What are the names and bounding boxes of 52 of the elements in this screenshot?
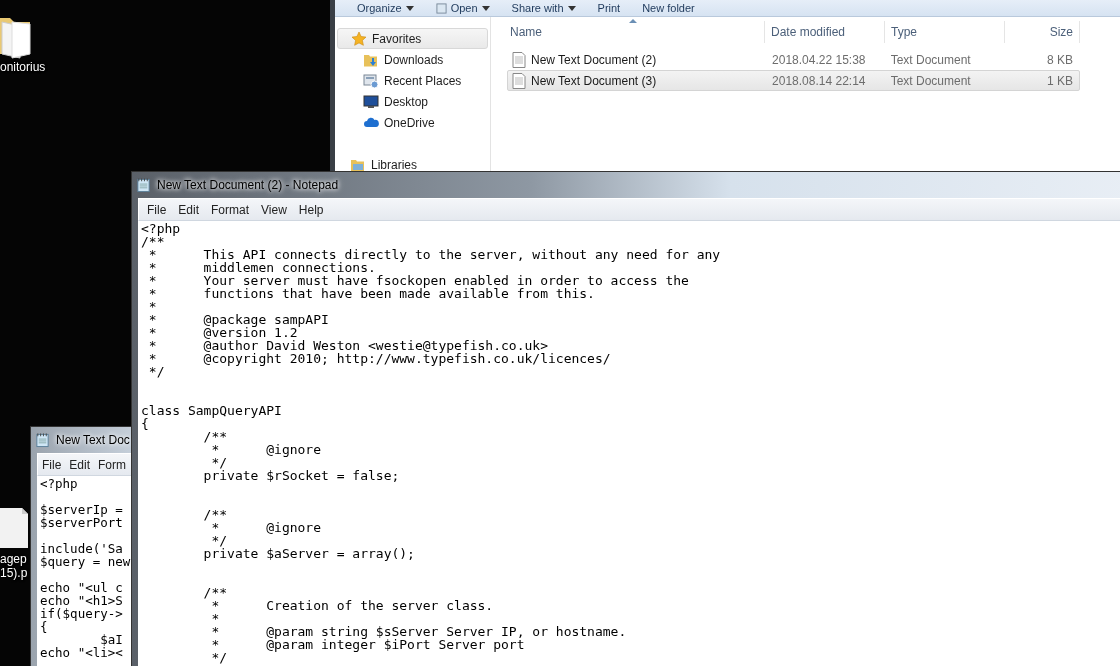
file-name: New Text Document (2) (531, 52, 657, 67)
text-file-icon (512, 72, 526, 89)
file-name: New Text Document (3) (531, 73, 657, 88)
nav-item[interactable]: Recent Places (337, 70, 488, 91)
toolbar-button[interactable]: New folder (634, 1, 703, 15)
menu-item[interactable]: File (141, 202, 173, 217)
notepad-icon (136, 177, 151, 193)
column-header[interactable]: Type (885, 21, 1005, 43)
column-header[interactable]: Size (1005, 21, 1080, 43)
menu-item[interactable]: Edit (65, 457, 95, 472)
file-date: 2018.08.14 22:14 (771, 73, 867, 88)
file-row[interactable]: New Text Document (3) 2018.08.14 22:14 Text Document 1 KB (507, 70, 1080, 91)
window-title: New Text Doc (56, 433, 130, 447)
toolbar-button[interactable]: Open (427, 1, 498, 15)
caret-icon (405, 5, 414, 11)
desktop-icon-label[interactable]: 15).p (0, 566, 28, 580)
menu-item[interactable]: File (38, 457, 66, 472)
menu-item[interactable]: Form (94, 457, 131, 472)
toolbar-button[interactable]: Share with (503, 1, 584, 15)
toolbar-button[interactable]: Organize (349, 1, 422, 15)
file-row[interactable]: New Text Document (2) 2018.04.22 15:38 Text Document 8 KB (507, 49, 1080, 70)
column-header[interactable]: Name (491, 21, 765, 43)
code-text: <?php /** * This API connects directly to the server, without any need for any * middlemen connections. * Your server must have fsockopen enabled in order to access the * functions that have been made available from this. * * @package sampAPI * @version 1.2 * @author David Weston <westie@typefish.co.uk> * @copyright 2010; http://www.typefish.co.uk/licences/ */ class SampQueryAPI { /** * @ignore */ private $rSocket = false; /** * @ignore */ private $aServer = array(); /** * Creation of the server class. * * @param string $sServer Server IP, or hostname. * @param integer $iPort Server port */ (140, 221, 722, 665)
caret-icon (481, 5, 490, 11)
nav-item[interactable]: Desktop (337, 91, 488, 112)
nav-item[interactable]: OneDrive (337, 112, 488, 133)
nav-item[interactable]: Favorites (337, 28, 488, 49)
nav-item[interactable]: Downloads (337, 49, 488, 70)
document-icon (435, 2, 447, 14)
file-size: 8 KB (1045, 52, 1074, 67)
desktop-icon-label[interactable]: agep (0, 552, 27, 566)
menu-item[interactable]: View (255, 202, 293, 217)
file-date: 2018.04.22 15:38 (771, 52, 867, 67)
sort-arrow-icon (629, 19, 637, 23)
desktop-icon-label[interactable]: onitorius (0, 60, 46, 74)
monitor-icon (363, 93, 379, 110)
toolbar-button[interactable]: Print (589, 1, 629, 15)
star-icon (351, 30, 367, 47)
notepad-icon (35, 432, 50, 448)
menu-item[interactable]: Format (205, 202, 256, 217)
recent-places-icon (363, 72, 379, 89)
window-title: New Text Document (2) - Notepad (157, 178, 339, 192)
menu-item[interactable]: Edit (172, 202, 206, 217)
caret-icon (567, 5, 576, 11)
nav-item[interactable]: Libraries (337, 154, 488, 175)
code-text: <?php $serverIp = $serverPort include('Sa $query = new echo "<ul c echo "<h1>S if($query-> { $aI echo "<li>< (39, 476, 132, 660)
menu-item[interactable]: Help (292, 202, 330, 217)
file-type: Text Document (889, 52, 972, 67)
text-file-icon (512, 51, 526, 68)
column-header[interactable]: Date modified (765, 21, 885, 43)
file-size: 1 KB (1045, 73, 1074, 88)
file-type: Text Document (889, 73, 972, 88)
